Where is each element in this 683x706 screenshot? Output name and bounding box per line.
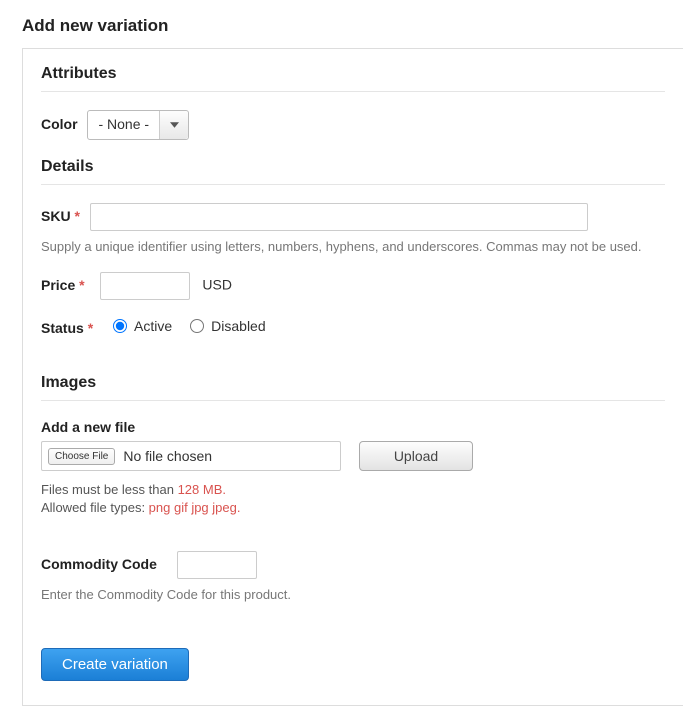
- commodity-code-input[interactable]: [177, 551, 257, 579]
- file-name-display: No file chosen: [123, 448, 212, 464]
- status-radio-disabled-input[interactable]: [190, 319, 204, 333]
- color-label: Color: [41, 116, 78, 132]
- choose-file-button[interactable]: Choose File: [48, 448, 115, 465]
- create-variation-button[interactable]: Create variation: [41, 648, 189, 681]
- section-details-heading: Details: [41, 158, 665, 185]
- required-marker: *: [79, 277, 84, 293]
- page-title: Add new variation: [0, 0, 683, 48]
- sku-help: Supply a unique identifier using letters…: [41, 239, 665, 254]
- sku-label: SKU *: [41, 208, 80, 224]
- color-select[interactable]: - None -: [87, 110, 189, 140]
- field-commodity-code: Commodity Code Enter the Commodity Code …: [41, 551, 665, 602]
- price-currency: USD: [202, 277, 232, 293]
- status-radio-active[interactable]: Active: [113, 318, 172, 334]
- add-file-label: Add a new file: [41, 419, 659, 435]
- required-marker: *: [88, 320, 93, 336]
- status-radio-disabled[interactable]: Disabled: [190, 318, 265, 334]
- color-select-value: - None -: [88, 111, 160, 139]
- field-color: Color - None -: [41, 110, 665, 140]
- commodity-code-help: Enter the Commodity Code for this produc…: [41, 587, 665, 602]
- file-limits: Files must be less than 128 MB. Allowed …: [41, 481, 665, 517]
- required-marker: *: [74, 208, 79, 224]
- field-status: Status * Active Disabled: [41, 318, 665, 336]
- price-input[interactable]: [100, 272, 190, 300]
- file-row: Choose File No file chosen Upload: [41, 441, 665, 471]
- status-radio-active-input[interactable]: [113, 319, 127, 333]
- section-images-heading: Images: [41, 374, 665, 401]
- file-input[interactable]: Choose File No file chosen: [41, 441, 341, 471]
- upload-button[interactable]: Upload: [359, 441, 473, 471]
- field-price: Price * USD: [41, 272, 665, 300]
- variation-form: Attributes Color - None - Details SKU * …: [22, 48, 683, 706]
- chevron-down-icon: [160, 111, 188, 139]
- field-sku: SKU * Supply a unique identifier using l…: [41, 203, 665, 254]
- section-attributes-heading: Attributes: [41, 65, 665, 92]
- sku-input[interactable]: [90, 203, 588, 231]
- price-label: Price *: [41, 277, 85, 293]
- commodity-code-label: Commodity Code: [41, 556, 157, 572]
- status-label: Status *: [41, 320, 93, 336]
